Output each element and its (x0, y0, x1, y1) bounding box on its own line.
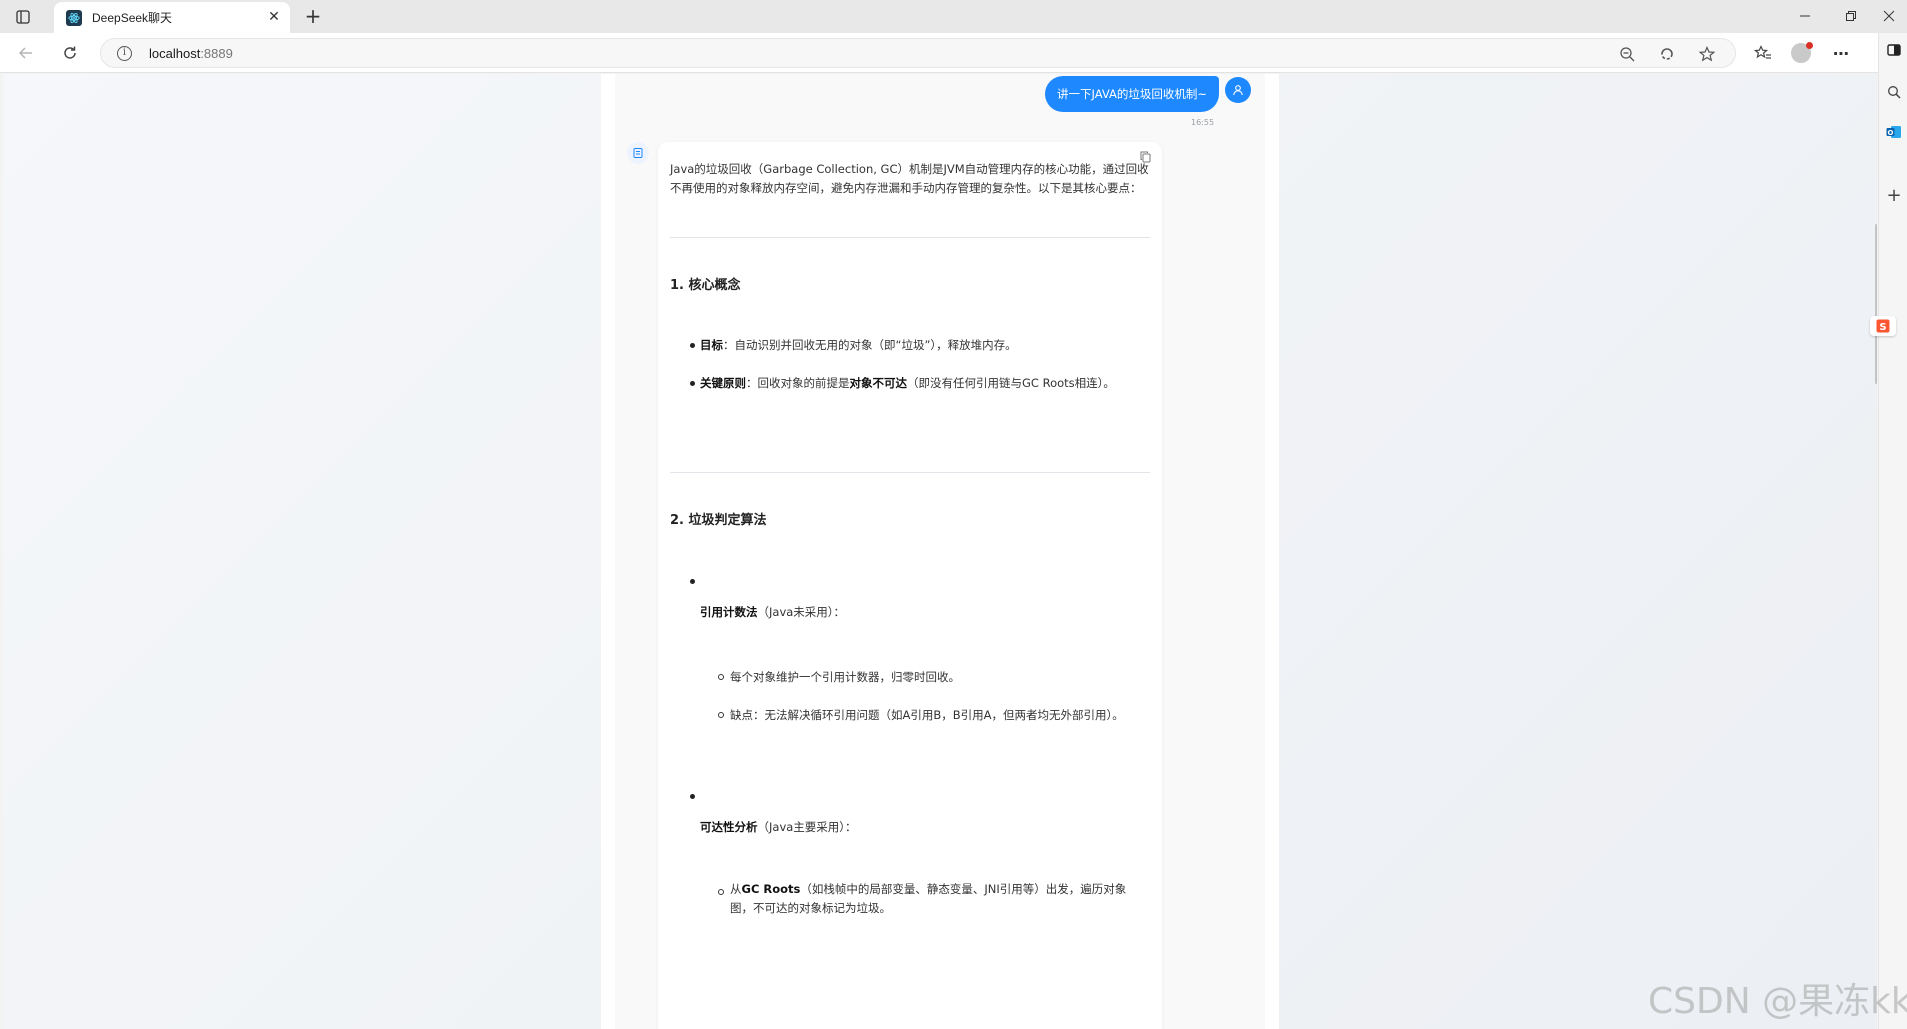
list-item: 关键原则：回收对象的前提是对象不可达（即没有任何引用链与GC Roots相连）。 (700, 375, 1155, 391)
back-icon[interactable] (14, 41, 38, 65)
list-item-label: 可达性分析 (700, 820, 758, 834)
more-menu-icon[interactable]: ⋯ (1830, 42, 1852, 64)
assistant-message-bubble: Java的垃圾回收（Garbage Collection, GC）机制是JVM自… (658, 142, 1162, 1029)
url-host: localhost (149, 46, 201, 61)
favorites-list-icon[interactable] (1752, 42, 1774, 64)
chat-messages: 讲一下JAVA的垃圾回收机制~ 16:55 Java的垃圾回收（Garbage … (615, 74, 1265, 1029)
answer-intro: Java的垃圾回收（Garbage Collection, GC）机制是JVM自… (670, 162, 1149, 195)
close-tab-icon[interactable]: ✕ (266, 9, 282, 25)
divider (670, 237, 1150, 238)
search-icon[interactable] (1885, 83, 1903, 101)
message-timestamp: 16:55 (1191, 118, 1215, 127)
list-item-text: ：回收对象的前提是 (746, 376, 850, 390)
user-avatar-icon (1225, 77, 1251, 103)
outlook-icon[interactable]: O (1885, 123, 1903, 141)
site-info-icon[interactable]: i (117, 46, 132, 61)
minimize-icon[interactable] (1790, 6, 1820, 26)
refresh-icon[interactable] (58, 41, 82, 65)
bullet-marker (690, 794, 695, 799)
sub-list-item-emphasis: GC Roots (741, 882, 801, 896)
translate-icon[interactable] (1657, 44, 1677, 64)
chat-container: 讲一下JAVA的垃圾回收机制~ 16:55 Java的垃圾回收（Garbage … (601, 74, 1279, 1029)
list-item-label: 引用计数法 (700, 605, 758, 619)
user-message-bubble: 讲一下JAVA的垃圾回收机制~ (1045, 76, 1219, 112)
page-scrollbar[interactable] (1875, 224, 1877, 384)
restore-icon[interactable] (1836, 6, 1866, 26)
sub-list-item: 缺点：无法解决循环引用问题（如A引用B，B引用A，但两者均无外部引用）。 (730, 708, 1124, 722)
zoom-out-icon[interactable] (1617, 44, 1637, 64)
profile-avatar-icon[interactable] (1790, 42, 1813, 64)
list-item-text: （即没有任何引用链与GC Roots相连）。 (907, 376, 1115, 390)
url-port: :8889 (200, 46, 233, 61)
close-window-icon[interactable] (1874, 6, 1904, 26)
divider (670, 472, 1150, 473)
address-bar[interactable]: i localhost:8889 (100, 38, 1736, 68)
split-screen-icon[interactable] (1885, 41, 1903, 59)
favorite-star-icon[interactable] (1697, 44, 1717, 64)
bullet-marker (690, 579, 695, 584)
list-item-label: 关键原则 (700, 376, 746, 390)
svg-text:O: O (1888, 129, 1894, 137)
browser-toolbar: i localhost:8889 ⋯ (0, 33, 1907, 73)
section-heading: 1. 核心概念 (670, 278, 741, 293)
sub-list-item: 每个对象维护一个引用计数器，归零时回收。 (730, 670, 960, 684)
tab-deepseek-chat[interactable]: DeepSeek聊天 ✕ (54, 2, 290, 33)
sub-list-item-text: 从 (730, 882, 742, 896)
csdn-watermark: CSDN @果冻kk (1648, 981, 1907, 1022)
add-sidebar-app-icon[interactable]: + (1885, 185, 1903, 206)
react-logo-icon (66, 9, 82, 26)
sub-bullet-marker (718, 889, 724, 895)
edge-sidebar: O + (1878, 33, 1907, 1029)
list-item-emphasis: 对象不可达 (849, 376, 908, 390)
tab-strip: DeepSeek聊天 ✕ + (0, 0, 1907, 33)
bot-avatar-icon (627, 142, 649, 164)
list-item-label: 目标 (700, 338, 723, 352)
sub-bullet-marker (718, 712, 724, 718)
list-item-text: （Java主要采用）： (757, 820, 857, 834)
tab-title: DeepSeek聊天 (92, 11, 173, 25)
section-heading: 2. 垃圾判定算法 (670, 513, 767, 528)
bullet-marker (690, 381, 695, 386)
list-item: 目标：自动识别并回收无用的对象（即“垃圾”），释放堆内存。 (700, 337, 1140, 353)
list-item: 可达性分析（Java主要采用）： (700, 819, 1140, 835)
sub-list-item: 从GC Roots（如栈帧中的局部变量、静态变量、JNI引用等）出发，遍历对象图… (730, 880, 1140, 918)
tab-actions-icon[interactable] (12, 7, 34, 27)
page-viewport: 讲一下JAVA的垃圾回收机制~ 16:55 Java的垃圾回收（Garbage … (3, 74, 1877, 1029)
new-tab-icon[interactable]: + (302, 6, 324, 28)
list-item-text: ：自动识别并回收无用的对象（即“垃圾”），释放堆内存。 (723, 338, 1017, 352)
bullet-marker (690, 343, 695, 348)
svg-text:S: S (1879, 322, 1886, 333)
csdn-logo-icon[interactable]: S (1870, 316, 1896, 336)
list-item: 引用计数法（Java未采用）： (700, 604, 1140, 620)
sub-bullet-marker (718, 674, 724, 680)
url-text: localhost:8889 (149, 46, 233, 61)
list-item-text: （Java未采用）： (757, 605, 846, 619)
